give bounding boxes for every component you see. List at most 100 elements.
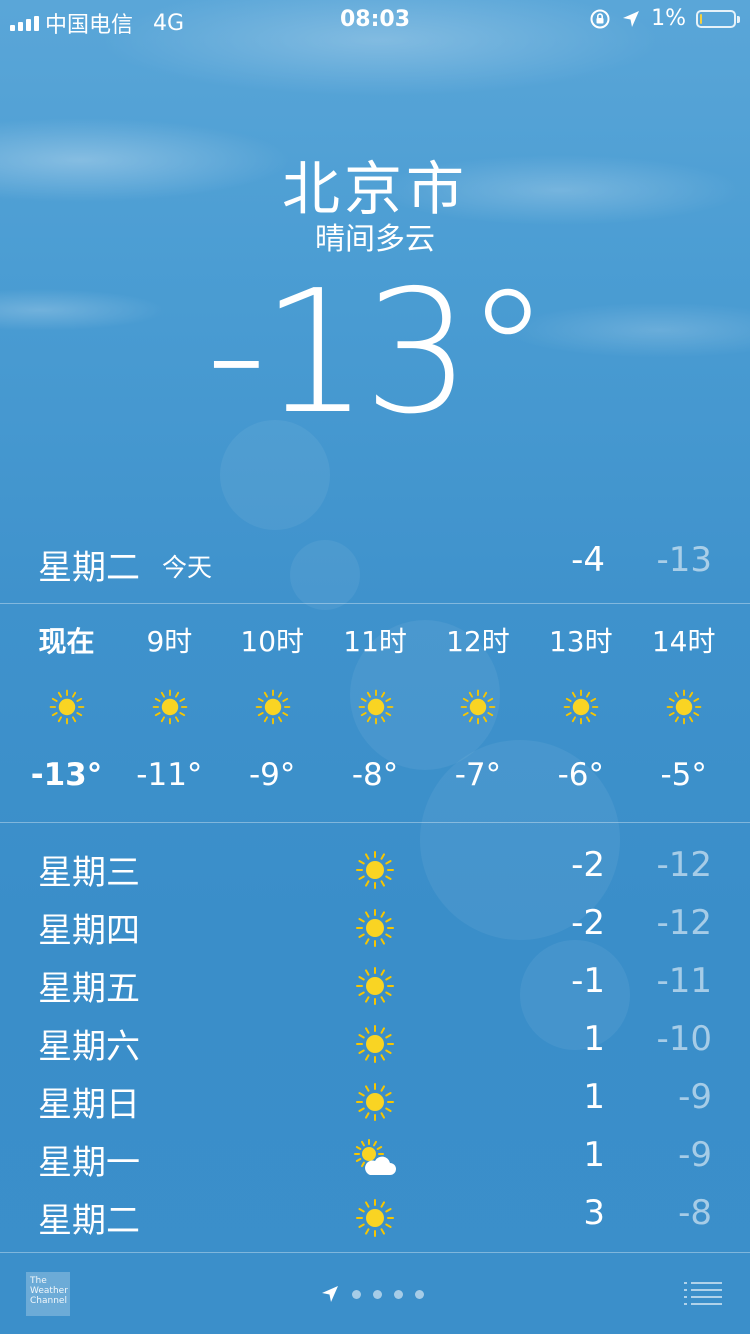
today-day: 星期二 (38, 548, 140, 588)
hour-temperature: -7° (454, 757, 502, 793)
battery-percent: 1% (651, 6, 686, 31)
daily-forecast-list[interactable]: 星期三 -2 -12 星期四 -2 -12 星期五 -1 -11 星期六 1 -10 星期日 1 -9 星期一… (0, 845, 750, 1251)
divider (0, 1252, 750, 1253)
status-bar-right: 1% (589, 6, 740, 31)
page-dot[interactable] (415, 1289, 424, 1299)
partly-cloudy-icon (354, 1139, 396, 1175)
hour-icon (560, 686, 602, 728)
daily-icon (352, 905, 398, 951)
sun-icon (152, 689, 188, 725)
daily-row: 星期四 -2 -12 (0, 903, 750, 961)
page-indicator[interactable] (320, 1284, 424, 1304)
sun-icon (356, 851, 394, 889)
daily-day: 星期一 (38, 1143, 140, 1183)
hour-label: 11时 (343, 625, 407, 658)
hour-temperature: -11° (136, 757, 203, 793)
list-icon[interactable] (684, 1280, 722, 1308)
daily-low: -9 (678, 1077, 712, 1117)
hour-icon (457, 686, 499, 728)
sun-icon (356, 909, 394, 947)
today-summary-row: 星期二 今天 -4 -13 (0, 540, 750, 590)
battery-icon (696, 9, 740, 28)
hour-temperature: -9° (249, 757, 296, 793)
sun-icon (356, 967, 394, 1005)
page-dot[interactable] (373, 1289, 382, 1299)
hourly-forecast[interactable]: 现在 -13° 9时 -11° 10时 -9° 11时 -8° 12时 -7° 13时 -6° 14时 -… (15, 620, 735, 800)
daily-row: 星期日 1 -9 (0, 1077, 750, 1135)
divider (0, 822, 750, 823)
daily-row: 星期三 -2 -12 (0, 845, 750, 903)
sun-icon (666, 689, 702, 725)
daily-high: -2 (571, 903, 605, 943)
today-low: -13 (656, 540, 712, 580)
daily-high: 1 (583, 1077, 605, 1117)
daily-row: 星期六 1 -10 (0, 1019, 750, 1077)
daily-low: -8 (678, 1193, 712, 1233)
daily-low: -12 (656, 903, 712, 943)
hour-temperature: -6° (557, 757, 604, 793)
rotation-lock-icon (590, 9, 610, 28)
hour-label: 10时 (240, 625, 305, 658)
location-arrow-icon (322, 1286, 338, 1302)
hour-temperature: -8° (351, 757, 399, 793)
hourly-item: 现在 -13° (15, 620, 118, 800)
today-high: -4 (571, 540, 605, 580)
daily-low: -12 (656, 845, 712, 885)
hour-icon (149, 686, 191, 728)
daily-icon (352, 963, 398, 1009)
daily-day: 星期六 (38, 1027, 140, 1067)
hourly-item: 14时 -5° (632, 620, 735, 800)
daily-icon (352, 847, 398, 893)
hour-temperature: -5° (660, 757, 707, 793)
daily-high: -2 (571, 845, 605, 885)
hour-icon (663, 686, 705, 728)
hourly-item: 12时 -7° (426, 620, 529, 800)
daily-high: -1 (571, 961, 605, 1001)
hour-icon (46, 686, 88, 728)
hour-label: 13时 (548, 625, 613, 658)
weather-channel-logo-text: The Weather Channel (30, 1276, 68, 1306)
daily-day: 星期三 (38, 853, 140, 893)
hour-label: 9时 (146, 625, 193, 658)
bottom-bar: The Weather Channel (0, 1254, 750, 1334)
sun-icon (563, 689, 599, 725)
daily-high: 1 (583, 1019, 605, 1059)
sun-icon (356, 1199, 394, 1237)
sun-icon (461, 689, 496, 725)
hour-icon (355, 686, 397, 728)
battery-fill (700, 13, 702, 24)
sun-icon (358, 689, 393, 725)
daily-day: 星期四 (38, 911, 140, 951)
hourly-item: 13时 -6° (529, 620, 632, 800)
daily-day: 星期二 (38, 1201, 140, 1241)
hour-label: 现在 (38, 625, 95, 658)
page-dot[interactable] (352, 1289, 361, 1299)
daily-icon (352, 1137, 398, 1183)
daily-low: -10 (656, 1019, 712, 1059)
daily-high: 1 (583, 1135, 605, 1175)
hourly-item: 9时 -11° (118, 620, 221, 800)
status-bar: 中国电信 4G 08:03 1% (0, 0, 750, 40)
hour-icon (252, 686, 294, 728)
sun-icon (49, 689, 85, 725)
divider (0, 603, 750, 604)
sun-icon (356, 1083, 394, 1121)
daily-icon (352, 1079, 398, 1125)
daily-icon (352, 1021, 398, 1067)
hourly-item: 11时 -8° (324, 620, 427, 800)
daily-low: -9 (678, 1135, 712, 1175)
daily-row: 星期一 1 -9 (0, 1135, 750, 1193)
hour-label: 14时 (651, 625, 716, 658)
hourly-item: 10时 -9° (221, 620, 324, 800)
daily-high: 3 (583, 1193, 605, 1233)
daily-row: 星期二 3 -8 (0, 1193, 750, 1251)
page-dot[interactable] (394, 1289, 403, 1299)
weather-channel-logo[interactable]: The Weather Channel (26, 1272, 70, 1316)
current-temperature: -13° (205, 254, 551, 452)
daily-day: 星期日 (38, 1085, 140, 1125)
location-arrow-icon (623, 10, 640, 27)
weather-condition: 晴间多云 (315, 222, 435, 257)
today-label: 今天 (162, 553, 213, 582)
daily-row: 星期五 -1 -11 (0, 961, 750, 1019)
daily-day: 星期五 (38, 969, 140, 1009)
